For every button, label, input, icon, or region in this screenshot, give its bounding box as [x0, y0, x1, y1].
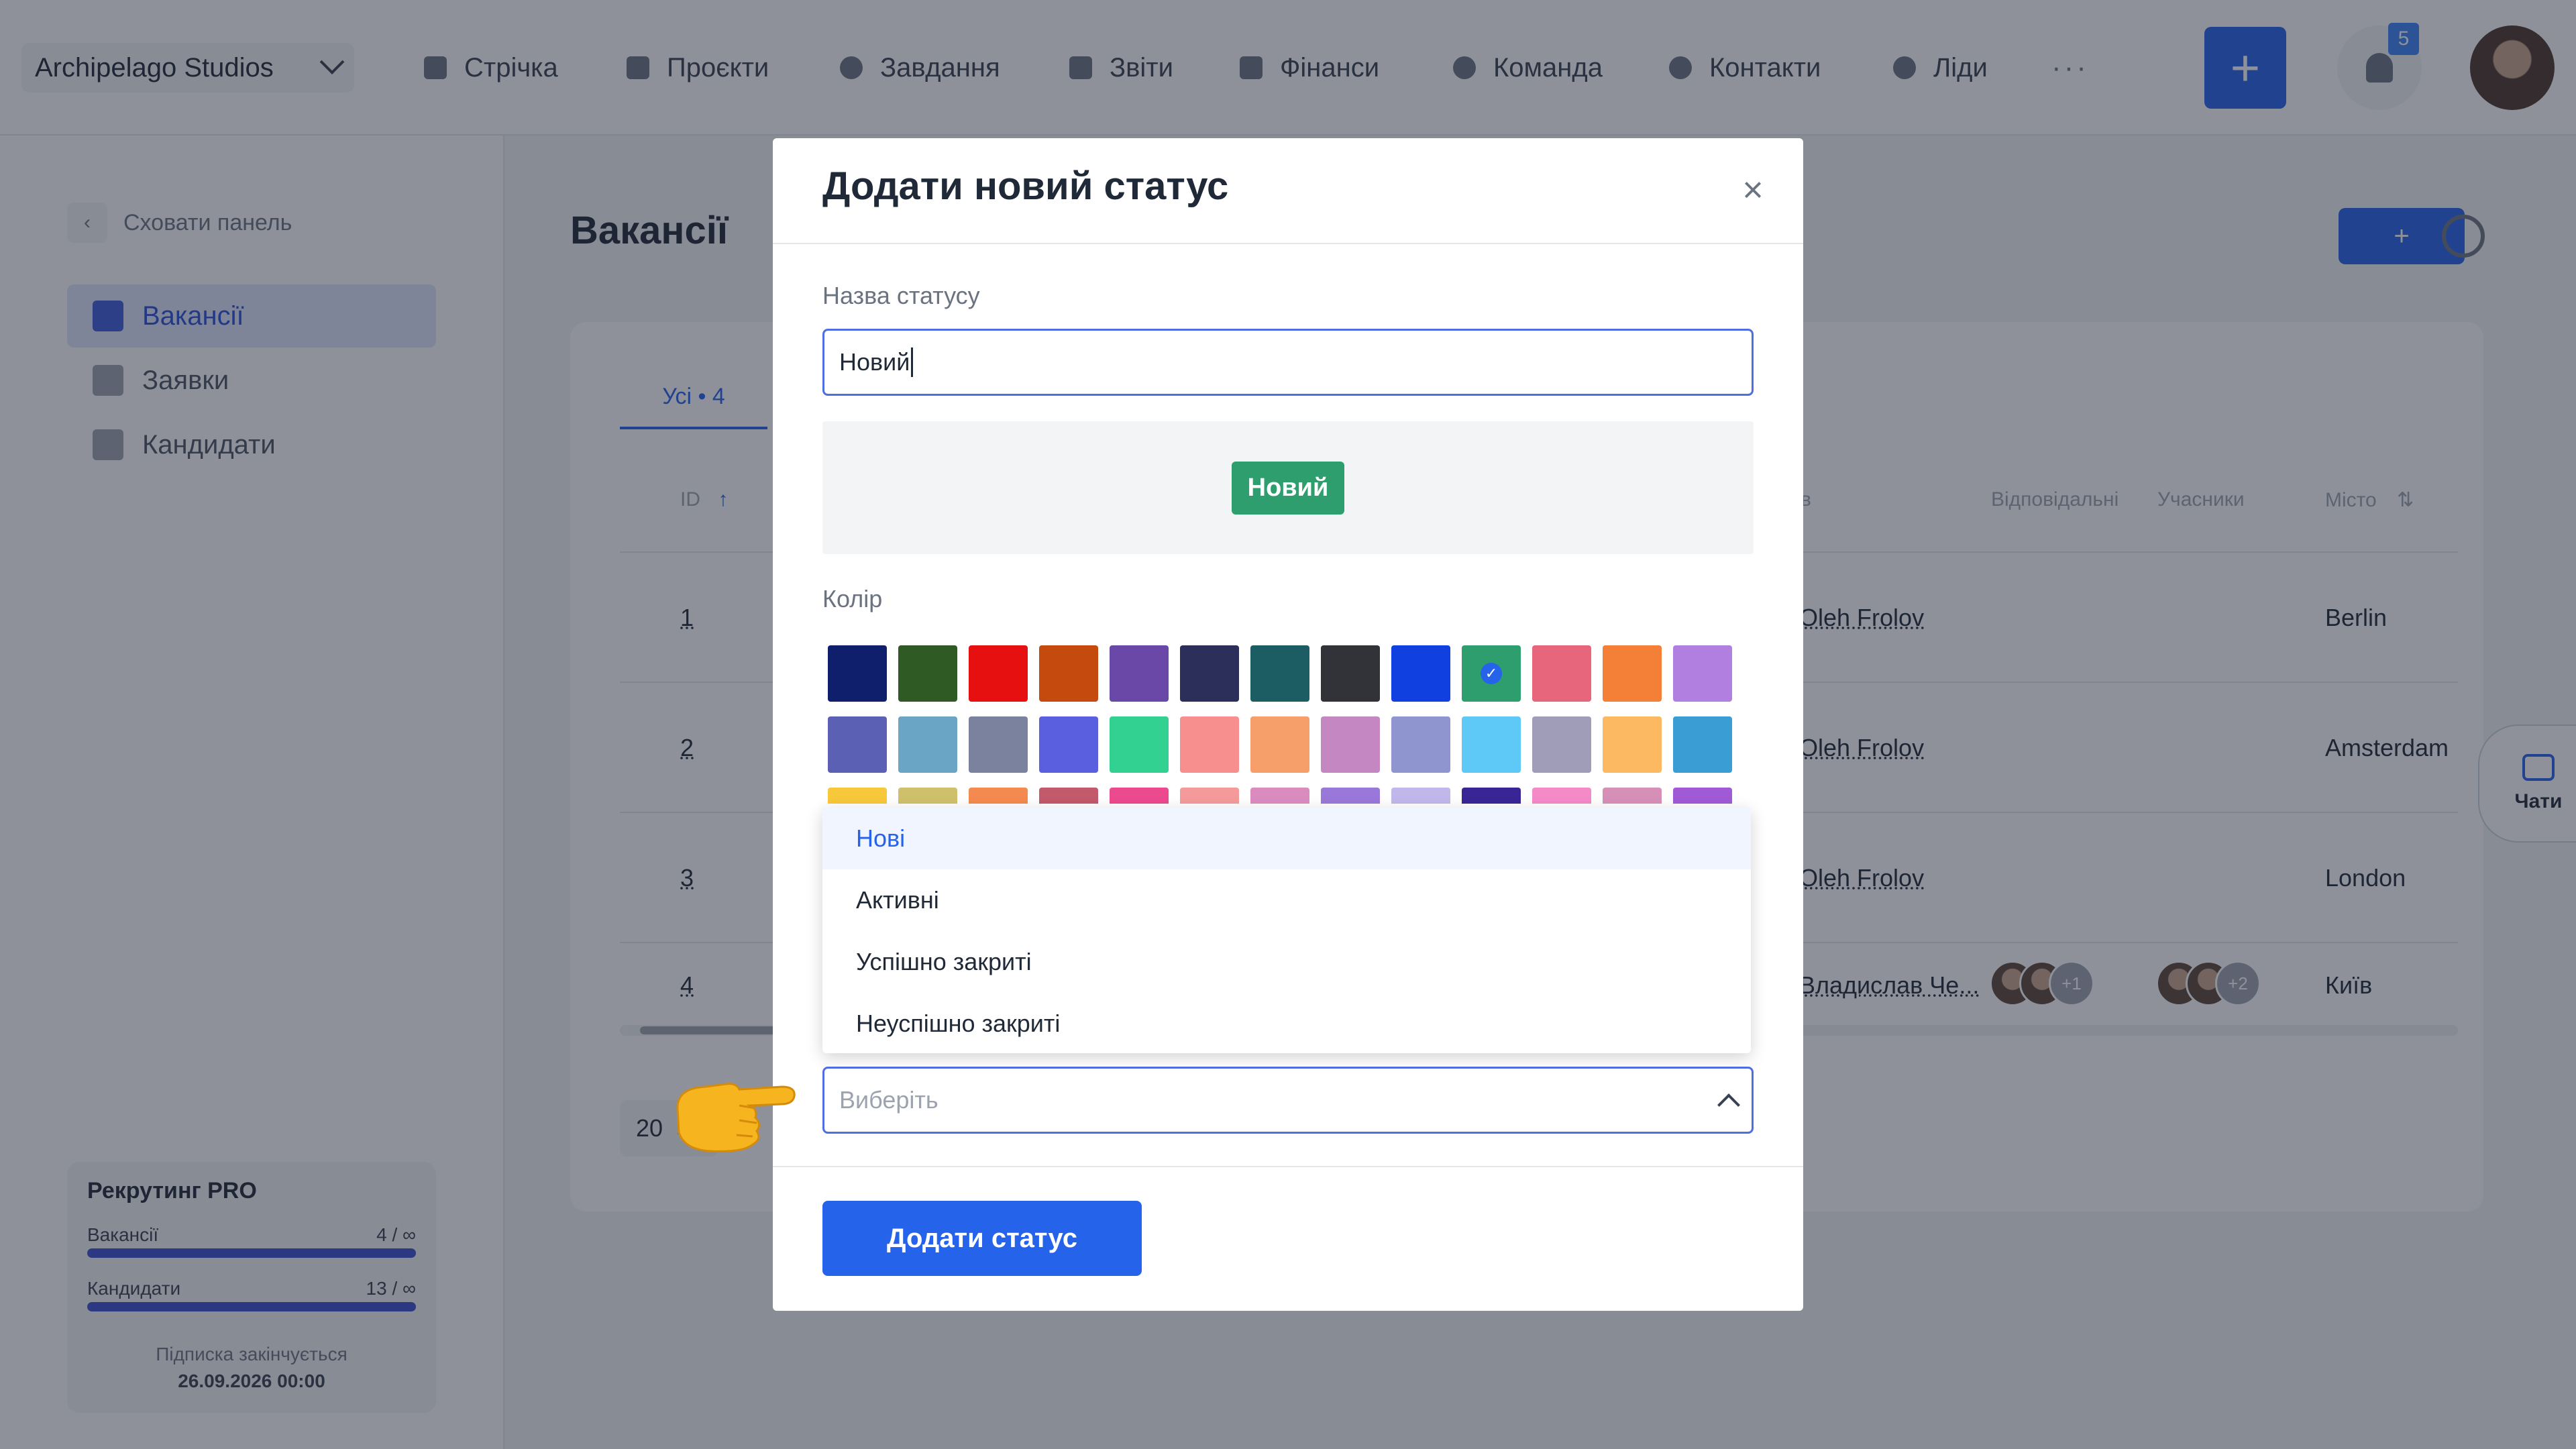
add-status-button[interactable]: Додати статус	[822, 1201, 1142, 1276]
color-swatch[interactable]: ✓	[1462, 645, 1521, 702]
dropdown-option[interactable]: Неуспішно закриті	[822, 993, 1751, 1055]
stage-dropdown-menu: Нові Активні Успішно закриті Неуспішно з…	[822, 808, 1751, 1053]
color-swatch[interactable]	[898, 645, 957, 702]
color-label: Колір	[822, 585, 883, 612]
color-swatch[interactable]	[1110, 716, 1169, 773]
color-swatch[interactable]	[1673, 788, 1732, 804]
color-swatch[interactable]	[1110, 788, 1169, 804]
color-swatch[interactable]	[1603, 716, 1662, 773]
color-swatch[interactable]	[1250, 645, 1309, 702]
color-swatch[interactable]	[1250, 788, 1309, 804]
close-icon[interactable]: ×	[1736, 172, 1770, 208]
color-swatch[interactable]	[1039, 716, 1098, 773]
color-swatch[interactable]	[1603, 788, 1662, 804]
color-swatch[interactable]	[1321, 645, 1380, 702]
modal-title: Додати новий статус	[822, 164, 1229, 208]
color-swatch[interactable]	[1321, 788, 1380, 804]
color-swatch[interactable]	[828, 716, 887, 773]
color-swatch[interactable]	[1532, 645, 1591, 702]
color-swatch[interactable]	[828, 788, 887, 804]
color-swatch[interactable]	[1039, 645, 1098, 702]
color-swatch[interactable]	[969, 645, 1028, 702]
color-palette: ✓	[828, 645, 1737, 804]
color-swatch[interactable]	[1180, 788, 1239, 804]
stage-select[interactable]: Виберіть	[822, 1067, 1754, 1134]
color-swatch[interactable]	[898, 716, 957, 773]
color-swatch[interactable]	[969, 716, 1028, 773]
check-icon: ✓	[1481, 663, 1502, 684]
color-swatch[interactable]	[898, 788, 957, 804]
color-swatch[interactable]	[1391, 716, 1450, 773]
color-swatch[interactable]	[1180, 645, 1239, 702]
color-swatch[interactable]	[1603, 645, 1662, 702]
color-swatch[interactable]	[1180, 716, 1239, 773]
color-swatch[interactable]	[1673, 716, 1732, 773]
modal-footer-divider	[773, 1166, 1803, 1167]
color-swatch[interactable]	[1462, 716, 1521, 773]
status-name-value: Новий	[839, 348, 910, 376]
status-name-input[interactable]: Новий	[822, 329, 1754, 396]
color-swatch[interactable]	[1391, 788, 1450, 804]
color-swatch[interactable]	[1250, 716, 1309, 773]
chevron-up-icon	[1717, 1093, 1740, 1117]
color-swatch[interactable]	[1391, 645, 1450, 702]
color-swatch[interactable]	[1110, 645, 1169, 702]
color-swatch[interactable]	[1039, 788, 1098, 804]
status-name-label: Назва статусу	[822, 282, 980, 309]
pointing-hand-icon	[676, 1083, 796, 1152]
dropdown-option[interactable]: Нові	[822, 808, 1751, 869]
status-preview: Новий	[822, 421, 1754, 554]
color-swatch[interactable]	[828, 645, 887, 702]
color-swatch[interactable]	[1532, 716, 1591, 773]
status-preview-pill: Новий	[1231, 461, 1345, 515]
color-swatch[interactable]	[1673, 645, 1732, 702]
color-swatch[interactable]	[1321, 716, 1380, 773]
select-placeholder: Виберіть	[839, 1086, 938, 1114]
modal-header-divider	[773, 243, 1803, 244]
dropdown-option[interactable]: Активні	[822, 869, 1751, 931]
text-caret	[911, 347, 914, 377]
color-swatch[interactable]	[1532, 788, 1591, 804]
dropdown-option[interactable]: Успішно закриті	[822, 931, 1751, 993]
color-swatch[interactable]	[969, 788, 1028, 804]
color-swatch[interactable]	[1462, 788, 1521, 804]
